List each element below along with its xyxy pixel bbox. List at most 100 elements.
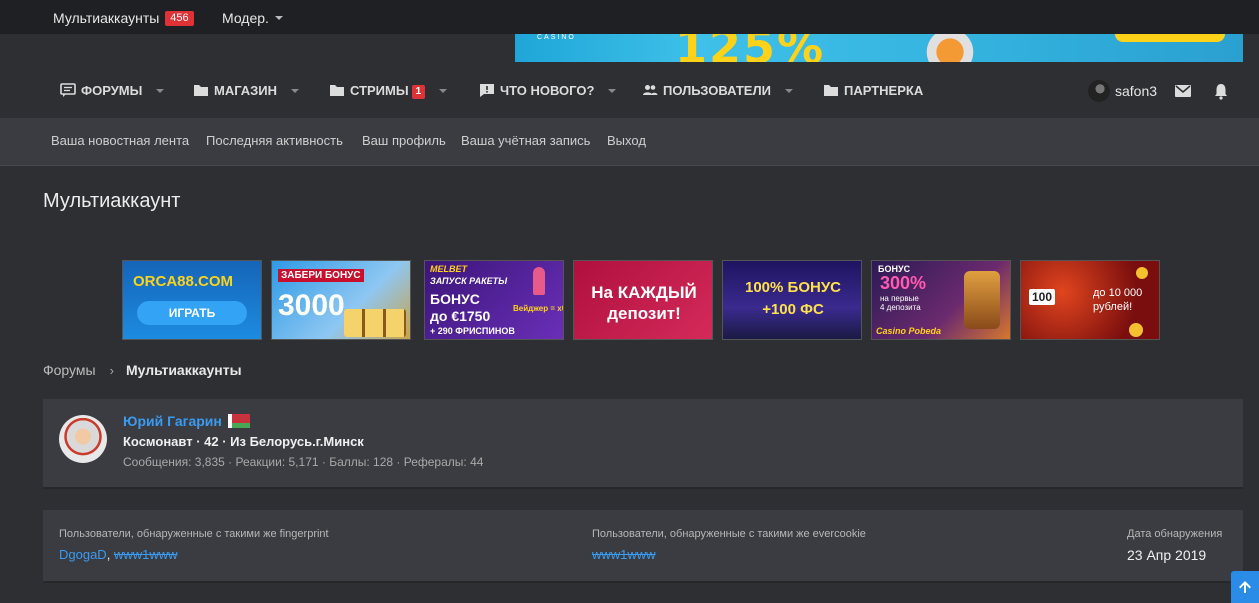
subnav-your-profile[interactable]: Ваш профиль bbox=[362, 118, 446, 166]
subnav-your-account[interactable]: Ваша учётная запись bbox=[461, 118, 590, 166]
main-nav: Форумы Магазин Стримы 1 Что нового? Польз… bbox=[0, 62, 1259, 118]
fingerprint-header: Пользователи, обнаруженные с такими же f… bbox=[59, 528, 329, 540]
chevron-down-icon bbox=[608, 89, 617, 93]
page-title: Мультиаккаунт bbox=[43, 190, 181, 212]
ad-6-line3: на первые bbox=[880, 294, 919, 303]
tab-partner[interactable]: Партнерка bbox=[823, 62, 923, 118]
ad-7-counter: 100 bbox=[1029, 289, 1056, 305]
evercookie-users: www1www bbox=[592, 547, 656, 562]
alert-bubble-icon bbox=[480, 84, 494, 97]
user-menu[interactable]: safon3 bbox=[1088, 62, 1157, 118]
breadcrumb-forums[interactable]: Форумы bbox=[43, 362, 96, 378]
ad-banner-4[interactable]: На КАЖДЫЙ депозит! bbox=[573, 260, 713, 340]
scroll-to-top-button[interactable] bbox=[1231, 571, 1259, 603]
ad-6-brand: Casino Pobeda bbox=[876, 326, 942, 336]
folder-icon bbox=[824, 85, 838, 96]
ad-3-brand: MELBET bbox=[430, 264, 467, 274]
ad-3-bonus: БОНУС bbox=[430, 291, 480, 307]
ad-4-line2: депозит! bbox=[607, 304, 681, 323]
banner-small-text: CASINO bbox=[537, 34, 576, 41]
tab-users-label: Пользователи bbox=[663, 83, 771, 98]
ad-1-title: ORCA88.COM bbox=[133, 273, 234, 290]
ad-7-line2: рублей! bbox=[1093, 301, 1133, 313]
moder-label: Модер. bbox=[222, 10, 269, 26]
evercookie-header: Пользователи, обнаруженные с такими же e… bbox=[592, 528, 866, 540]
folder-icon bbox=[194, 85, 208, 96]
top-bar: Мультиаккаунты 456 Модер. bbox=[0, 0, 1259, 34]
moder-menu[interactable]: Модер. bbox=[222, 0, 283, 34]
ad-6-percent: 300% bbox=[880, 273, 927, 293]
chevron-right-icon: › bbox=[109, 363, 114, 378]
chevron-down-icon bbox=[291, 89, 300, 93]
ad-banner-3[interactable]: MELBET ЗАПУСК РАКЕТЫ БОНУС до €1750 + 29… bbox=[424, 260, 564, 340]
ad-banner-1[interactable]: ORCA88.COM ИГРАТЬ bbox=[122, 260, 262, 340]
tab-whats-new[interactable]: Что нового? bbox=[479, 62, 617, 118]
ad-5-line2: +100 ФС bbox=[762, 301, 824, 318]
mail-icon[interactable] bbox=[1174, 82, 1192, 100]
profile-name-link[interactable]: Юрий Гагарин bbox=[123, 413, 222, 429]
forum-icon bbox=[60, 83, 76, 97]
ad-banner-2[interactable]: ЗАБЕРИ БОНУС 3000 bbox=[271, 260, 411, 340]
ad-banner-6[interactable]: БОНУС 300% на первые 4 депозита Casino P… bbox=[871, 260, 1011, 340]
tab-partner-label: Партнерка bbox=[844, 83, 924, 98]
ad-banner-5[interactable]: 100% БОНУС +100 ФС bbox=[722, 260, 862, 340]
fingerprint-users: DgogaD, www1www bbox=[59, 547, 178, 562]
profile-stats: Сообщения: 3,835 · Реакции: 5,171 · Балл… bbox=[123, 455, 484, 469]
subnav-logout[interactable]: Выход bbox=[607, 118, 646, 166]
tab-shop[interactable]: Магазин bbox=[193, 62, 300, 118]
tab-forums[interactable]: Форумы bbox=[60, 62, 165, 118]
ad-3-subtitle: ЗАПУСК РАКЕТЫ bbox=[430, 276, 508, 286]
profile-subtitle: Космонавт · 42 · Из Белорусь.г.Минск bbox=[123, 434, 364, 449]
profile-name-row: Юрий Гагарин bbox=[123, 413, 250, 429]
chevron-down-icon bbox=[784, 89, 793, 93]
ad-1-button: ИГРАТЬ bbox=[137, 301, 247, 325]
ad-5-line1: 100% БОНУС bbox=[745, 279, 841, 296]
subnav-news-feed[interactable]: Ваша новостная лента bbox=[51, 118, 189, 166]
avatar bbox=[1088, 80, 1110, 102]
coin-icon bbox=[1136, 267, 1148, 279]
detection-date-header: Дата обнаружения bbox=[1127, 528, 1223, 540]
chevron-down-icon bbox=[274, 16, 283, 20]
breadcrumb-current[interactable]: Мультиаккаунты bbox=[126, 362, 242, 378]
tiki-mask-image bbox=[964, 271, 1000, 329]
coin-icon bbox=[1129, 323, 1143, 337]
username-label: safon3 bbox=[1115, 83, 1158, 99]
chevron-down-icon bbox=[156, 89, 165, 93]
ad-3-wager: Вейджер = x0! bbox=[513, 304, 564, 313]
tab-streams[interactable]: Стримы 1 bbox=[329, 62, 448, 118]
multiaccounts-link[interactable]: Мультиаккаунты 456 bbox=[53, 0, 194, 34]
detection-date-value: 23 Апр 2019 bbox=[1127, 547, 1207, 563]
tab-whats-new-label: Что нового? bbox=[500, 83, 595, 98]
chevron-down-icon bbox=[439, 89, 448, 93]
belarus-flag-icon bbox=[227, 414, 250, 428]
multiaccounts-label: Мультиаккаунты bbox=[53, 10, 160, 26]
banner-big-text: 125% bbox=[675, 34, 826, 62]
ad-3-amount: до €1750 bbox=[430, 308, 491, 324]
banner-pill-decoration bbox=[1115, 34, 1225, 42]
fingerprint-user-link-banned[interactable]: www1www bbox=[114, 547, 178, 562]
users-icon bbox=[643, 85, 658, 95]
comma-separator: , bbox=[106, 547, 114, 562]
tab-shop-label: Магазин bbox=[214, 83, 278, 98]
ad-6-line4: 4 депозита bbox=[880, 303, 921, 312]
ad-4-line1: На КАЖДЫЙ bbox=[591, 283, 697, 302]
avatar[interactable] bbox=[59, 415, 107, 463]
subnav-latest-activity[interactable]: Последняя активность bbox=[206, 118, 343, 166]
fingerprint-user-link[interactable]: DgogaD bbox=[59, 547, 107, 562]
arrow-up-icon bbox=[1239, 581, 1251, 593]
ad-2-amount: 3000 bbox=[278, 289, 345, 322]
ad-2-title: ЗАБЕРИ БОНУС bbox=[278, 269, 364, 282]
tab-users[interactable]: Пользователи bbox=[642, 62, 793, 118]
profile-card: Юрий Гагарин Космонавт · 42 · Из Белорус… bbox=[43, 399, 1243, 489]
evercookie-user-link-banned[interactable]: www1www bbox=[592, 547, 656, 562]
multiaccounts-count-badge: 456 bbox=[165, 11, 194, 26]
ad-banner-7[interactable]: 100 до 10 000 рублей! bbox=[1020, 260, 1160, 340]
detection-panel: Пользователи, обнаруженные с такими же f… bbox=[43, 510, 1243, 583]
top-ad-banner[interactable]: CASINO 125% bbox=[515, 34, 1243, 62]
bell-icon[interactable] bbox=[1212, 82, 1230, 100]
ad-7-line1: до 10 000 bbox=[1093, 287, 1143, 299]
sub-nav: Ваша новостная лента Последняя активност… bbox=[0, 118, 1259, 166]
ad-3-freespins: + 290 ФРИСПИНОВ bbox=[430, 326, 515, 336]
breadcrumb: Форумы › Мультиаккаунты bbox=[43, 360, 242, 380]
tab-streams-label: Стримы bbox=[350, 83, 409, 98]
